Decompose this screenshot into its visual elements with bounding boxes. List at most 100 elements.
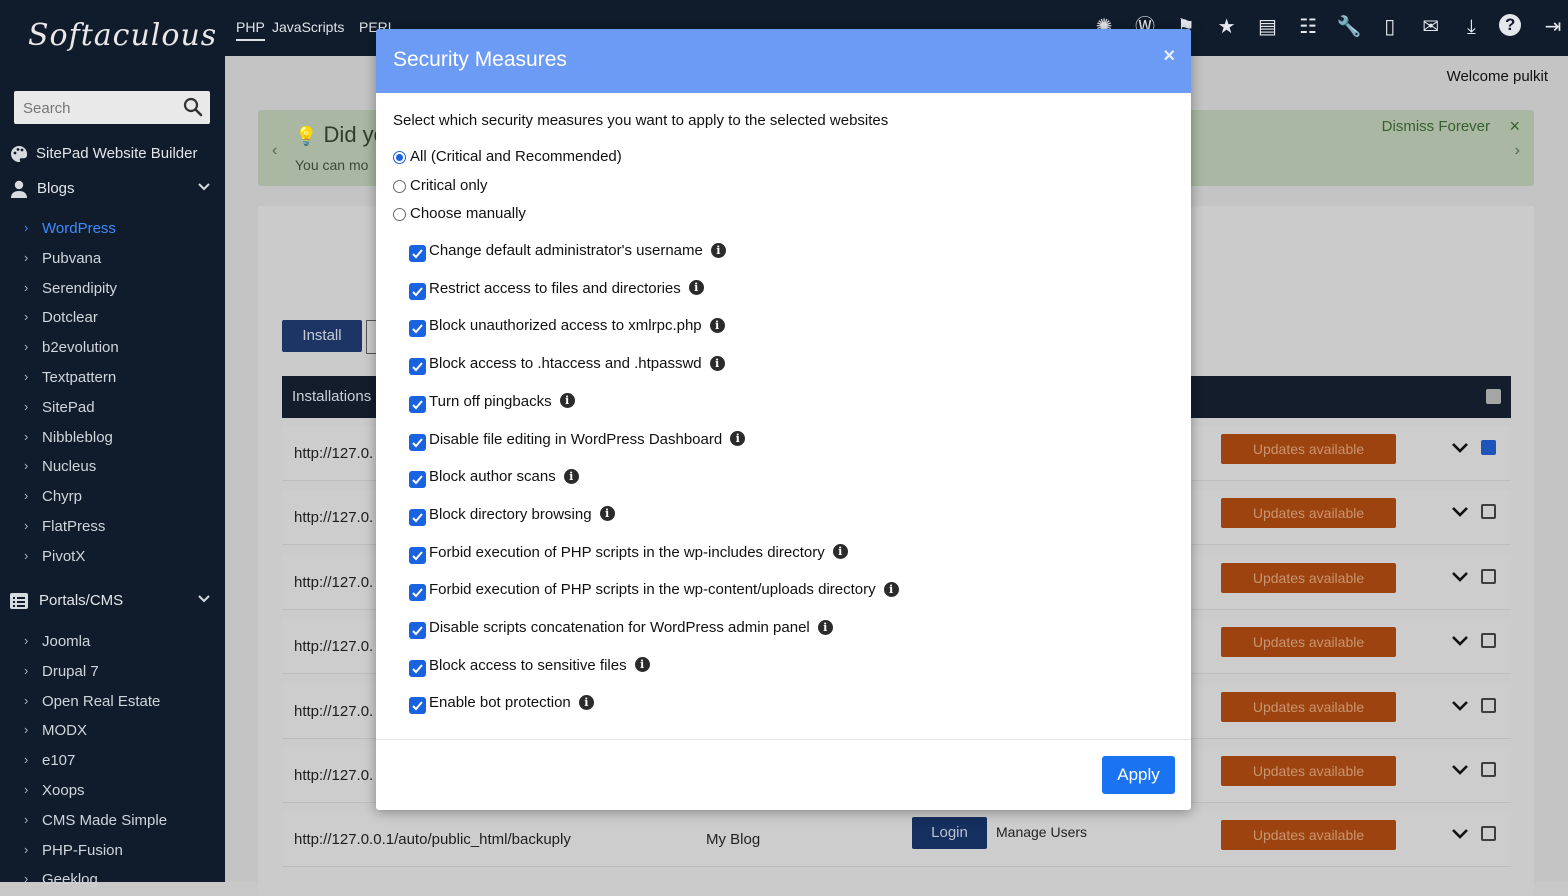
sidebar-item-wordpress[interactable]: › WordPress <box>0 216 225 242</box>
chevron-down-icon[interactable] <box>1451 439 1469 457</box>
list-icon[interactable]: ☷ <box>1295 14 1321 40</box>
close-icon[interactable]: × <box>1163 45 1175 68</box>
chevron-down-icon[interactable] <box>1451 503 1469 521</box>
chevron-down-icon[interactable] <box>1451 697 1469 715</box>
option-checkbox[interactable] <box>409 508 426 526</box>
manage-users-link[interactable]: Manage Users <box>996 824 1087 840</box>
info-icon[interactable]: i <box>688 280 704 296</box>
updates-available-button[interactable]: Updates available <box>1221 434 1396 464</box>
chevron-down-icon[interactable] <box>1451 632 1469 650</box>
chevron-down-icon[interactable] <box>1451 761 1469 779</box>
option-checkbox[interactable] <box>409 584 426 602</box>
option-checkbox[interactable] <box>409 433 426 451</box>
radio-button[interactable] <box>393 151 406 164</box>
sidebar-item-geeklog[interactable]: › Geeklog <box>0 867 225 893</box>
sidebar-item-joomla[interactable]: › Joomla <box>0 629 225 655</box>
sidebar-item-modx[interactable]: › MODX <box>0 718 225 744</box>
sidebar-item-dotclear[interactable]: › Dotclear <box>0 305 225 331</box>
sidebar-category-blogs[interactable]: Blogs <box>0 174 225 204</box>
option-checkbox[interactable] <box>409 622 426 639</box>
sidebar-item-serendipity[interactable]: › Serendipity <box>0 276 225 302</box>
option-checkbox[interactable] <box>409 659 426 677</box>
updates-available-button[interactable]: Updates available <box>1221 498 1396 529</box>
search-input[interactable] <box>14 91 185 126</box>
info-icon[interactable]: i <box>578 694 594 710</box>
sidebar-item-pivotx[interactable]: › PivotX <box>0 544 225 570</box>
option-checkbox[interactable] <box>409 471 426 489</box>
row-checkbox[interactable] <box>1481 826 1496 842</box>
info-icon[interactable]: i <box>710 242 726 258</box>
sidebar-item-xoops[interactable]: › Xoops <box>0 778 225 804</box>
info-icon[interactable]: i <box>730 431 746 447</box>
row-checkbox[interactable] <box>1481 504 1496 520</box>
chevron-down-icon[interactable] <box>1451 825 1469 843</box>
updates-available-button[interactable]: Updates available <box>1221 820 1396 851</box>
file-icon[interactable]: ▯ <box>1377 14 1403 40</box>
sidebar-item-open-real-estate[interactable]: › Open Real Estate <box>0 689 225 715</box>
sidebar-item-flatpress[interactable]: › FlatPress <box>0 514 225 540</box>
info-icon[interactable]: i <box>634 657 650 673</box>
chevron-down-icon[interactable] <box>1451 568 1469 586</box>
sidebar-item-b2evolution[interactable]: › b2evolution <box>0 335 225 361</box>
info-icon[interactable]: i <box>563 468 579 484</box>
installation-url[interactable]: http://127.0. <box>294 509 373 526</box>
dismiss-forever-link[interactable]: Dismiss Forever <box>1382 118 1490 135</box>
info-icon[interactable]: i <box>559 393 575 409</box>
installation-url[interactable]: http://127.0.0.1/auto/public_html/backup… <box>294 831 571 848</box>
installation-url[interactable]: http://127.0. <box>294 445 373 462</box>
radio-button[interactable] <box>393 180 406 193</box>
info-icon[interactable]: i <box>883 581 899 597</box>
option-checkbox[interactable] <box>409 282 426 300</box>
installation-url[interactable]: http://127.0. <box>294 767 373 784</box>
select-all-checkbox[interactable] <box>1486 389 1501 404</box>
notice-close-icon[interactable]: × <box>1509 116 1520 137</box>
updates-available-button[interactable]: Updates available <box>1221 627 1396 658</box>
installation-url[interactable]: http://127.0. <box>294 703 373 720</box>
sidebar-category-portals[interactable]: Portals/CMS <box>0 586 225 616</box>
sidebar-item-nibbleblog[interactable]: › Nibbleblog <box>0 425 225 451</box>
info-icon[interactable]: i <box>599 506 615 522</box>
option-checkbox[interactable] <box>409 395 426 413</box>
radio-button[interactable] <box>393 208 406 221</box>
info-icon[interactable]: i <box>709 317 725 333</box>
info-icon[interactable]: i <box>832 544 848 560</box>
softaculous-logo[interactable]: Softaculous <box>28 18 217 53</box>
sidebar-item-php-fusion[interactable]: › PHP-Fusion <box>0 838 225 864</box>
tab-javascripts[interactable]: JavaScripts <box>272 19 344 35</box>
info-icon[interactable]: i <box>817 619 833 635</box>
updates-available-button[interactable]: Updates available <box>1221 756 1396 786</box>
option-checkbox[interactable] <box>409 245 426 262</box>
row-checkbox[interactable] <box>1481 568 1496 584</box>
sidebar-item-e107[interactable]: › e107 <box>0 748 225 774</box>
info-icon[interactable]: i <box>709 355 725 371</box>
star-icon[interactable]: ★ <box>1214 14 1240 40</box>
login-button[interactable]: Login <box>912 817 987 850</box>
option-checkbox[interactable] <box>409 358 426 376</box>
wrench-icon[interactable]: 🔧 <box>1336 14 1362 40</box>
sidebar-item-nucleus[interactable]: › Nucleus <box>0 454 225 480</box>
search-icon[interactable] <box>183 97 203 117</box>
sidebar-category-sitepad[interactable]: SitePad Website Builder <box>0 139 225 169</box>
row-checkbox[interactable] <box>1481 762 1496 777</box>
row-checkbox[interactable] <box>1481 633 1496 649</box>
installation-url[interactable]: http://127.0. <box>294 574 373 591</box>
help-icon[interactable]: ? <box>1499 14 1522 36</box>
mail-icon[interactable]: ✉ <box>1418 14 1444 40</box>
option-checkbox[interactable] <box>409 546 426 564</box>
sidebar-item-chyrp[interactable]: › Chyrp <box>0 484 225 510</box>
apply-button[interactable]: Apply <box>1102 756 1175 794</box>
sidebar-item-cms-made-simple[interactable]: › CMS Made Simple <box>0 808 225 834</box>
chevron-left-icon[interactable]: ‹ <box>272 142 277 160</box>
sidebar-item-pubvana[interactable]: › Pubvana <box>0 246 225 272</box>
chevron-right-icon[interactable]: › <box>1515 142 1520 160</box>
tab-php[interactable]: PHP <box>236 19 265 41</box>
updates-available-button[interactable]: Updates available <box>1221 562 1396 593</box>
install-button[interactable]: Install <box>282 320 362 352</box>
updates-available-button[interactable]: Updates available <box>1221 691 1396 722</box>
download-icon[interactable]: ⤓ <box>1458 14 1484 40</box>
row-checkbox[interactable] <box>1481 697 1496 713</box>
archive-icon[interactable]: ▤ <box>1254 14 1280 40</box>
option-checkbox[interactable] <box>409 697 426 715</box>
sidebar-item-sitepad[interactable]: › SitePad <box>0 395 225 421</box>
installation-url[interactable]: http://127.0. <box>294 638 373 655</box>
